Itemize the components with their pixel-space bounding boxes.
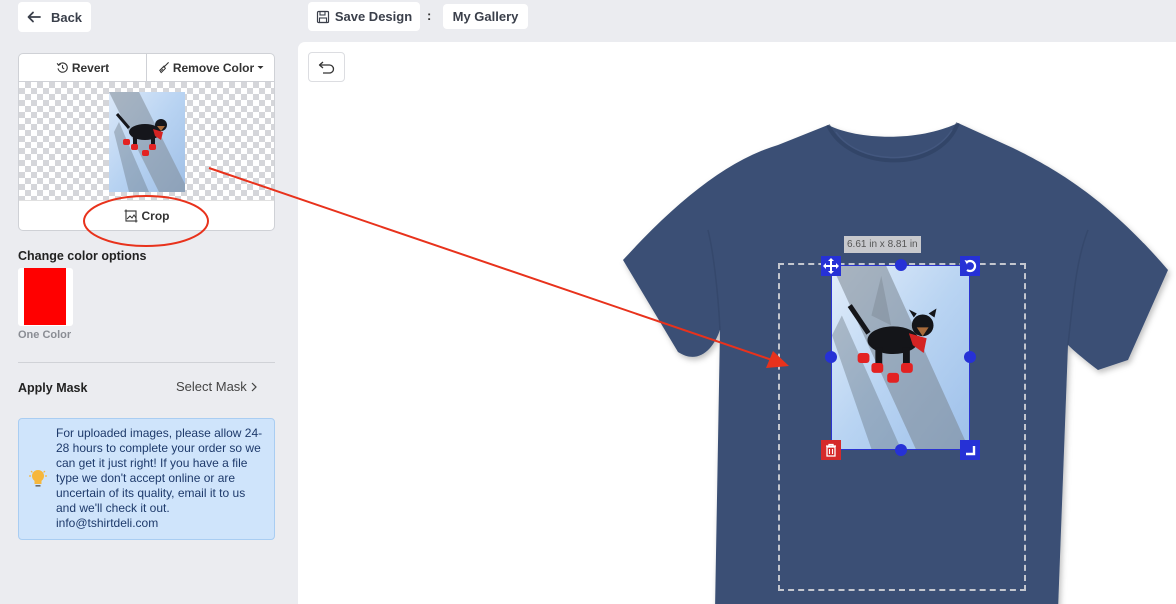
crop-image-icon bbox=[124, 209, 137, 222]
color-swatch bbox=[24, 268, 66, 325]
crop-label: Crop bbox=[141, 208, 170, 223]
change-color-options-heading: Change color options bbox=[18, 249, 147, 263]
uploaded-image-thumbnail[interactable] bbox=[109, 92, 185, 192]
header-separator: : bbox=[427, 8, 432, 23]
floppy-disk-icon bbox=[316, 10, 329, 23]
chevron-right-icon bbox=[251, 382, 257, 391]
resize-handle[interactable] bbox=[960, 440, 980, 460]
color-option-label: One Color bbox=[18, 329, 72, 341]
resize-handle-right[interactable] bbox=[964, 351, 976, 363]
history-icon bbox=[56, 62, 68, 73]
upload-info-notice: For uploaded images, please allow 24-28 … bbox=[18, 418, 275, 540]
back-label: Back bbox=[50, 9, 83, 25]
image-preview bbox=[19, 82, 274, 200]
my-gallery-label: My Gallery bbox=[452, 9, 519, 24]
caret-down-icon bbox=[257, 66, 264, 69]
image-toolbar: Revert Remove Color bbox=[19, 54, 274, 82]
resize-handle-left[interactable] bbox=[825, 351, 837, 363]
resize-handle-top[interactable] bbox=[895, 259, 907, 271]
lightbulb-icon bbox=[29, 469, 47, 487]
color-option-one-color[interactable] bbox=[18, 268, 73, 326]
info-text: For uploaded images, please allow 24-28 … bbox=[56, 426, 263, 530]
move-handle[interactable] bbox=[821, 256, 841, 276]
resize-handle-bottom[interactable] bbox=[895, 444, 907, 456]
revert-button[interactable]: Revert bbox=[19, 54, 146, 81]
trash-icon bbox=[826, 443, 836, 457]
resize-corner-icon bbox=[966, 446, 976, 456]
remove-color-label: Remove Color bbox=[172, 60, 255, 75]
save-design-label: Save Design bbox=[334, 9, 413, 24]
rotate-handle[interactable] bbox=[960, 256, 980, 276]
revert-label: Revert bbox=[71, 60, 110, 75]
design-canvas[interactable] bbox=[298, 42, 1176, 604]
save-design-button[interactable]: Save Design bbox=[308, 2, 420, 31]
rotate-icon bbox=[964, 259, 977, 273]
apply-mask-label: Apply Mask bbox=[18, 381, 88, 395]
my-gallery-button[interactable]: My Gallery bbox=[443, 4, 528, 29]
design-image[interactable] bbox=[831, 265, 970, 450]
select-mask-link[interactable]: Select Mask bbox=[176, 379, 257, 394]
move-arrows-icon bbox=[823, 258, 839, 274]
back-button[interactable]: Back bbox=[18, 2, 91, 32]
arrow-left-icon bbox=[27, 11, 41, 23]
brush-icon bbox=[158, 61, 169, 74]
crop-button[interactable]: Crop bbox=[19, 200, 274, 230]
dog-photo bbox=[832, 266, 969, 449]
delete-handle[interactable] bbox=[821, 440, 841, 460]
image-editor-card: Revert Remove Color Crop bbox=[18, 53, 275, 231]
design-size-label: 6.61 in x 8.81 in bbox=[844, 236, 921, 253]
section-divider bbox=[18, 362, 275, 363]
select-mask-label: Select Mask bbox=[176, 379, 247, 394]
undo-button[interactable] bbox=[308, 52, 345, 82]
remove-color-dropdown[interactable]: Remove Color bbox=[146, 54, 274, 81]
undo-icon bbox=[318, 61, 334, 74]
